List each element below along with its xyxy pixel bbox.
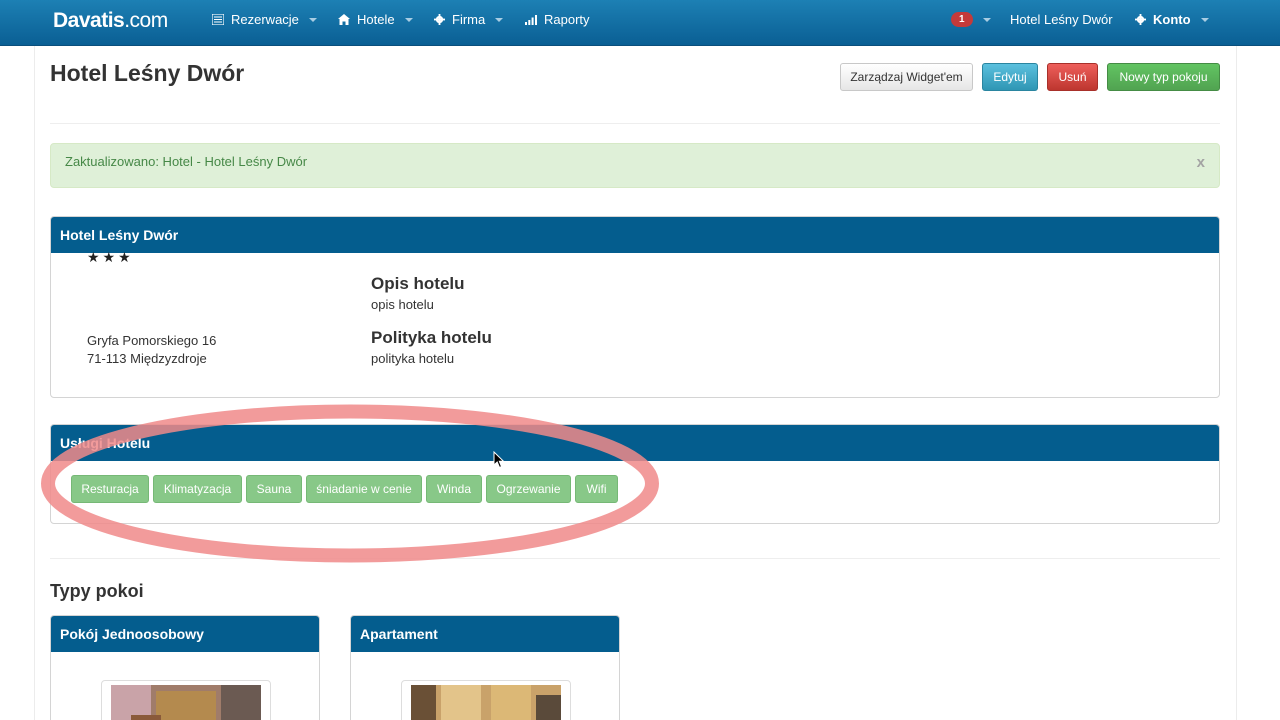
nav-firma-label: Firma [452,12,486,27]
nav-firma[interactable]: Firma [434,12,504,27]
chevron-down-icon [982,17,991,22]
service-tag: Wifi [575,475,618,503]
nav-rezerwacje-label: Rezerwacje [231,12,299,27]
delete-button[interactable]: Usuń [1047,63,1098,91]
room-types-heading: Typy pokoi [50,581,144,601]
success-alert: Zaktualizowano: Hotel - Hotel Leśny Dwór… [50,143,1220,188]
divider [50,123,1220,124]
description-text: opis hotelu [371,297,434,312]
list-icon [212,14,224,25]
service-tag: Sauna [246,475,302,503]
nav-raporty-label: Raporty [544,12,590,27]
room-photo [111,685,261,720]
service-tag: Winda [426,475,482,503]
gear-icon [434,14,445,25]
brand-logo[interactable]: Davatis.com [53,9,168,33]
room-card-title: Apartament [351,616,619,652]
account-label: Konto [1153,12,1191,27]
brand-name: Davatis [53,9,125,32]
chevron-down-icon [495,17,504,22]
alert-message: Zaktualizowano: Hotel - Hotel Leśny Dwór [65,154,308,169]
service-tag: Ogrzewanie [486,475,571,503]
policy-title: Polityka hotelu [371,328,492,347]
edit-button[interactable]: Edytuj [982,63,1038,91]
room-thumbnail[interactable] [401,680,571,720]
manage-widget-button[interactable]: Zarządzaj Widget'em [840,63,973,91]
nav-raporty[interactable]: Raporty [525,12,590,27]
service-tag: Resturacja [71,475,149,503]
room-card-title: Pokój Jednoosobowy [51,616,319,652]
chevron-down-icon [308,17,317,22]
current-hotel-link[interactable]: Hotel Leśny Dwór [1010,12,1113,27]
policy-text: polityka hotelu [371,351,455,366]
account-menu[interactable]: Konto [1135,12,1209,27]
services-panel: Usługi Hotelu [50,424,1220,524]
mouse-cursor-icon [493,451,505,469]
description-title: Opis hotelu [371,274,465,293]
current-hotel-label: Hotel Leśny Dwór [1010,12,1113,27]
page-title: Hotel Leśny Dwór [50,60,245,86]
nav-hotele[interactable]: Hotele [338,12,413,27]
room-thumbnail[interactable] [101,680,271,720]
top-navbar: Davatis.com Rezerwacje Hotele Firma Rapo… [0,0,1280,46]
address-city: 71-113 Międzyzdroje [87,351,207,366]
star-rating: ★★★ [87,249,134,265]
notifications-dropdown[interactable]: 1 [951,12,991,27]
service-tag: śniadanie w cenie [306,475,422,503]
notifications-badge: 1 [951,12,973,27]
close-icon[interactable]: x [1197,154,1205,171]
nav-hotele-label: Hotele [357,12,395,27]
services-panel-heading: Usługi Hotelu [51,425,1219,461]
new-room-type-button[interactable]: Nowy typ pokoju [1107,63,1220,91]
service-tag: Klimatyzacja [153,475,242,503]
divider [50,558,1220,559]
hotel-panel: Hotel Leśny Dwór ★★★ Gryfa Pomorskiego 1… [50,216,1220,398]
nav-rezerwacje[interactable]: Rezerwacje [212,12,317,27]
hotel-panel-heading: Hotel Leśny Dwór [51,217,1219,253]
address-street: Gryfa Pomorskiego 16 [87,333,217,348]
home-icon [338,14,350,25]
chevron-down-icon [404,17,413,22]
chevron-down-icon [1200,17,1209,22]
room-photo [411,685,561,720]
brand-domain: .com [124,9,168,32]
signal-icon [525,14,537,25]
gear-icon [1135,14,1146,25]
